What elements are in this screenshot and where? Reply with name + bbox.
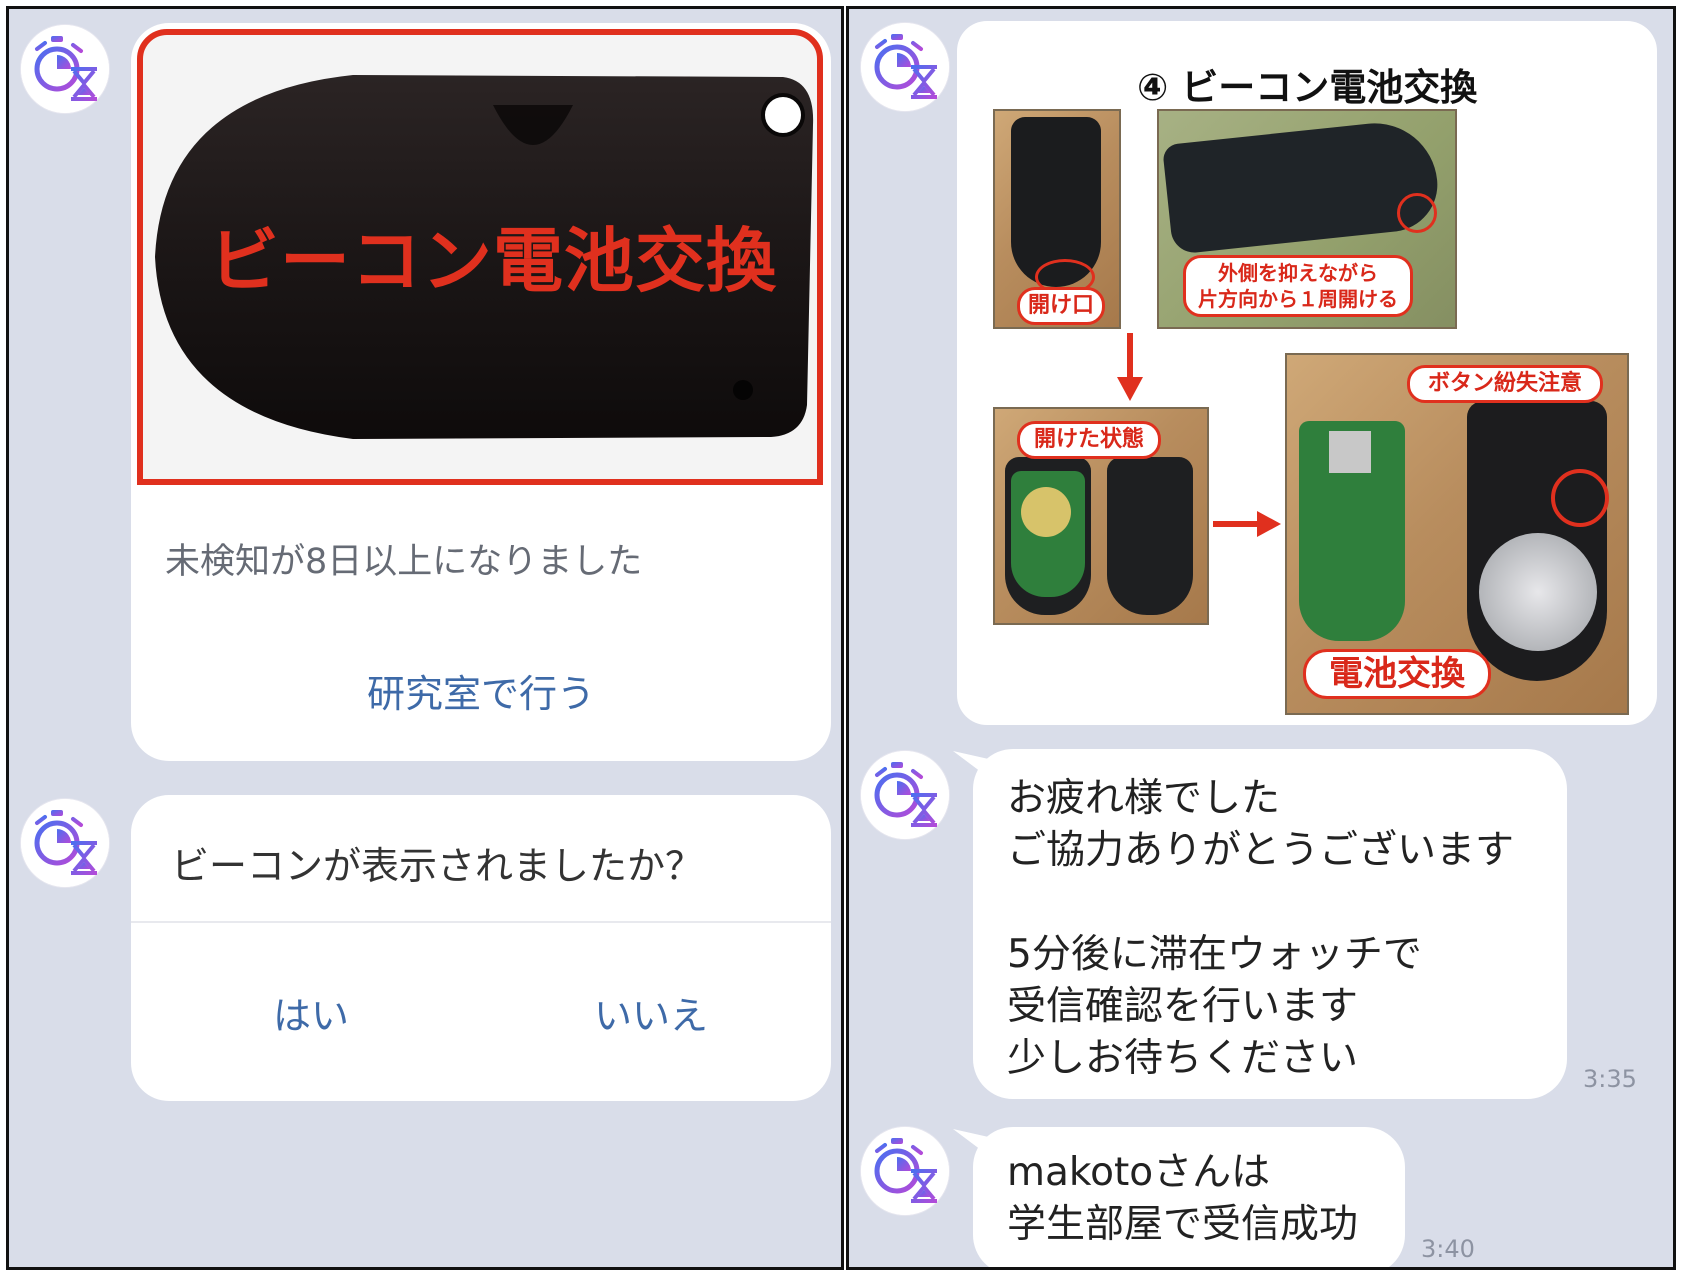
- yes-button[interactable]: はい: [191, 985, 431, 1040]
- bot-avatar-icon[interactable]: [861, 751, 949, 839]
- bubble-tail-1: [953, 751, 993, 781]
- card-divider: [131, 921, 831, 923]
- arrow-right-icon: [1213, 509, 1283, 539]
- no-button[interactable]: いいえ: [511, 985, 791, 1040]
- message-time-2: 3:40: [1421, 1235, 1475, 1263]
- message-time-1: 3:35: [1583, 1065, 1637, 1093]
- bot-avatar-icon[interactable]: [21, 799, 109, 887]
- message-bubble-2: makotoさんは 学生部屋で受信成功: [973, 1127, 1405, 1267]
- message-text-1: お疲れ様でした ご協力ありがとうございます 5分後に滞在ウォッチで 受信確認を行…: [1007, 776, 1515, 1081]
- beacon-image[interactable]: ビーコン電池交換: [137, 29, 823, 485]
- beacon-question-card: ビーコンが表示されましたか？ はい いいえ: [131, 795, 831, 1101]
- beacon-image-caption: ビーコン電池交換: [209, 220, 777, 302]
- label-outside: 外側を抑えながら 片方向から１周開ける: [1183, 255, 1413, 317]
- label-button-warning: ボタン紛失注意: [1407, 365, 1603, 403]
- label-opening: 開け口: [1017, 287, 1105, 325]
- chat-panel-right: ④ ビーコン電池交換 開け口 外側を抑えながら 片方向から１周開ける 開けた状態: [846, 6, 1676, 1270]
- guide-title: ④ ビーコン電池交換: [1137, 66, 1478, 109]
- battery-guide-image[interactable]: ④ ビーコン電池交換 開け口 外側を抑えながら 片方向から１周開ける 開けた状態: [957, 21, 1657, 725]
- bot-avatar-icon[interactable]: [861, 23, 949, 111]
- beacon-notice-message: 未検知が8日以上になりました: [165, 542, 643, 582]
- do-in-lab-button[interactable]: 研究室で行う: [131, 663, 831, 718]
- beacon-notice-card: ビーコン電池交換 未検知が8日以上になりました 研究室で行う: [131, 23, 831, 761]
- arrow-down-icon: [1115, 333, 1145, 403]
- message-bubble-1: お疲れ様でした ご協力ありがとうございます 5分後に滞在ウォッチで 受信確認を行…: [973, 749, 1567, 1099]
- label-opened: 開けた状態: [1017, 421, 1161, 459]
- message-text-2: makotoさんは 学生部屋で受信成功: [1007, 1150, 1359, 1247]
- bot-avatar-icon[interactable]: [861, 1127, 949, 1215]
- label-battery: 電池交換: [1303, 649, 1491, 699]
- question-text: ビーコンが表示されましたか？: [171, 844, 704, 888]
- bot-avatar-icon[interactable]: [21, 25, 109, 113]
- bubble-tail-2: [953, 1129, 993, 1159]
- chat-panel-left: ビーコン電池交換 未検知が8日以上になりました 研究室で行う ビーコンが表示され…: [6, 6, 844, 1270]
